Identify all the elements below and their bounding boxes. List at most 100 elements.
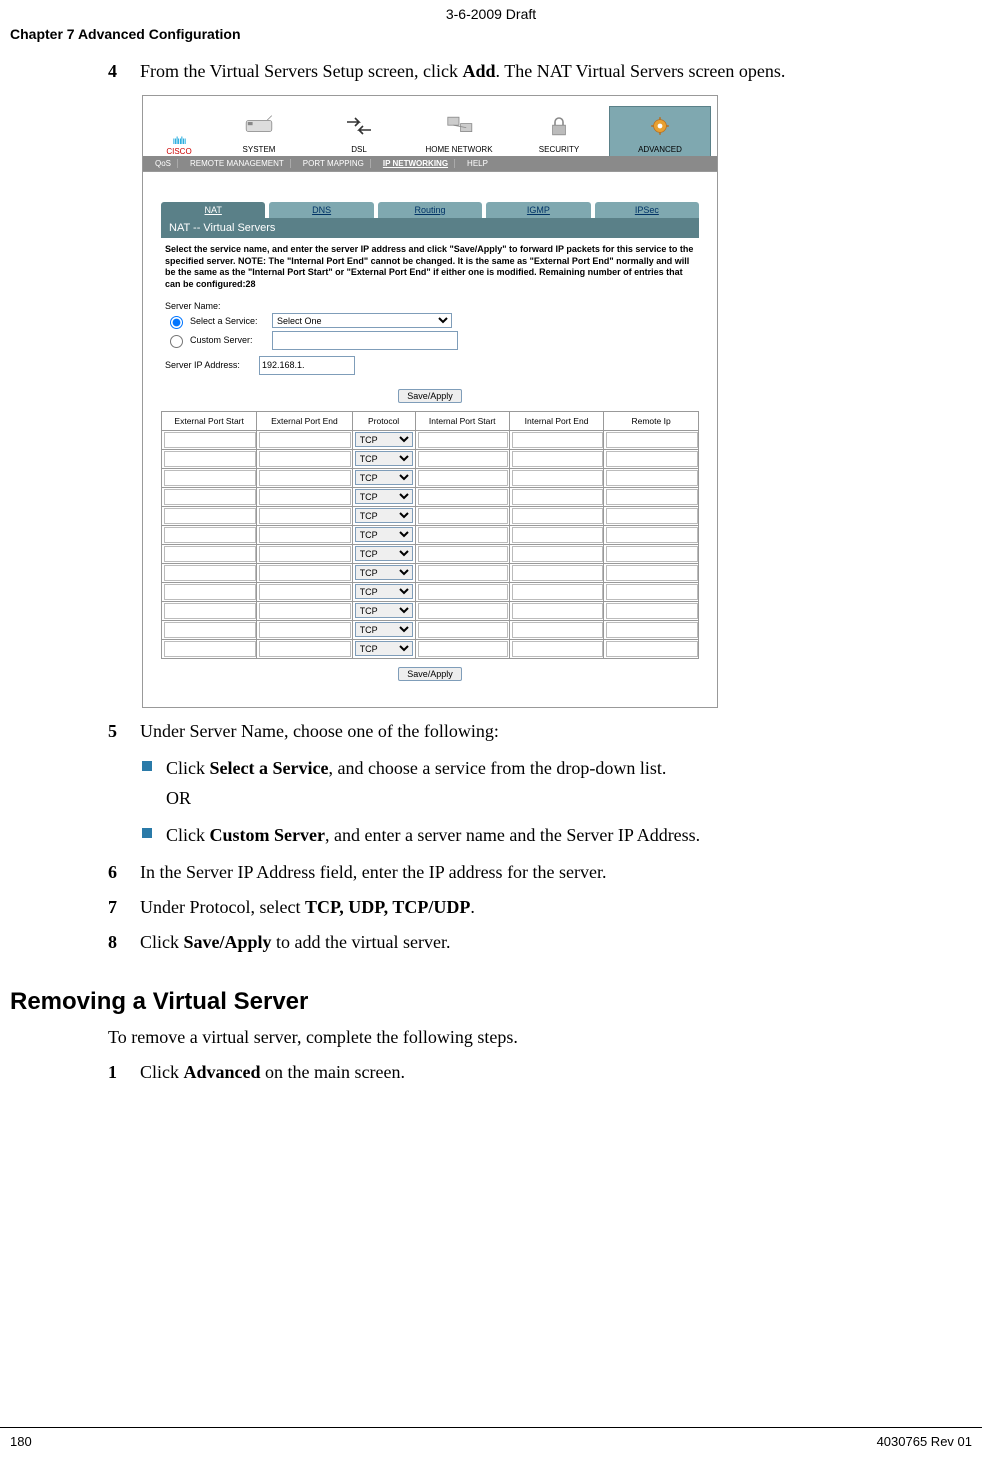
tab-routing[interactable]: Routing bbox=[378, 202, 482, 218]
remote-ip-input[interactable] bbox=[606, 451, 697, 467]
ext-port-start-input[interactable] bbox=[164, 565, 256, 581]
remote-ip-input[interactable] bbox=[606, 546, 697, 562]
protocol-select[interactable]: TCP bbox=[355, 603, 413, 618]
protocol-select[interactable]: TCP bbox=[355, 584, 413, 599]
tab-dns[interactable]: DNS bbox=[269, 202, 373, 218]
custom-server-input[interactable] bbox=[272, 331, 458, 350]
lock-icon bbox=[509, 107, 609, 145]
ext-port-end-input[interactable] bbox=[259, 489, 351, 505]
int-port-end-input[interactable] bbox=[512, 622, 603, 638]
subnav-remote-mgmt[interactable]: REMOTE MANAGEMENT bbox=[184, 159, 291, 168]
ext-port-end-input[interactable] bbox=[259, 508, 351, 524]
protocol-select[interactable]: TCP bbox=[355, 432, 413, 447]
ext-port-start-input[interactable] bbox=[164, 622, 256, 638]
int-port-start-input[interactable] bbox=[418, 470, 509, 486]
protocol-select[interactable]: TCP bbox=[355, 527, 413, 542]
protocol-select[interactable]: TCP bbox=[355, 641, 413, 656]
ext-port-end-input[interactable] bbox=[259, 451, 351, 467]
bullet-2: Click Custom Server, and enter a server … bbox=[142, 820, 962, 851]
select-service-dropdown[interactable]: Select One bbox=[272, 313, 452, 328]
int-port-start-input[interactable] bbox=[418, 565, 509, 581]
ext-port-end-input[interactable] bbox=[259, 565, 351, 581]
ext-port-end-input[interactable] bbox=[259, 432, 351, 448]
table-row: TCP bbox=[162, 487, 699, 506]
remote-ip-input[interactable] bbox=[606, 584, 697, 600]
nav-system[interactable]: SYSTEM bbox=[209, 107, 309, 156]
int-port-end-input[interactable] bbox=[512, 546, 603, 562]
tab-nat[interactable]: NAT bbox=[161, 202, 265, 218]
remote-ip-input[interactable] bbox=[606, 641, 697, 657]
protocol-select[interactable]: TCP bbox=[355, 451, 413, 466]
ext-port-end-input[interactable] bbox=[259, 641, 351, 657]
nav-dsl[interactable]: DSL bbox=[309, 107, 409, 156]
ext-port-start-input[interactable] bbox=[164, 584, 256, 600]
int-port-end-input[interactable] bbox=[512, 565, 603, 581]
subnav-help[interactable]: HELP bbox=[461, 159, 494, 168]
nav-advanced[interactable]: ADVANCED bbox=[609, 106, 711, 156]
protocol-select[interactable]: TCP bbox=[355, 489, 413, 504]
ext-port-start-input[interactable] bbox=[164, 527, 256, 543]
int-port-start-input[interactable] bbox=[418, 489, 509, 505]
nav-label: HOME NETWORK bbox=[409, 145, 509, 156]
int-port-start-input[interactable] bbox=[418, 603, 509, 619]
subnav-qos[interactable]: QoS bbox=[149, 159, 178, 168]
int-port-start-input[interactable] bbox=[418, 527, 509, 543]
int-port-end-input[interactable] bbox=[512, 432, 603, 448]
int-port-start-input[interactable] bbox=[418, 546, 509, 562]
remote-ip-input[interactable] bbox=[606, 432, 697, 448]
protocol-select[interactable]: TCP bbox=[355, 508, 413, 523]
subnav-ip-networking[interactable]: IP NETWORKING bbox=[377, 159, 455, 168]
subnav-port-mapping[interactable]: PORT MAPPING bbox=[297, 159, 371, 168]
int-port-end-input[interactable] bbox=[512, 584, 603, 600]
int-port-end-input[interactable] bbox=[512, 470, 603, 486]
int-port-start-input[interactable] bbox=[418, 584, 509, 600]
ext-port-start-input[interactable] bbox=[164, 641, 256, 657]
remote-ip-input[interactable] bbox=[606, 565, 697, 581]
ext-port-end-input[interactable] bbox=[259, 546, 351, 562]
table-row: TCP bbox=[162, 601, 699, 620]
remote-ip-input[interactable] bbox=[606, 622, 697, 638]
int-port-start-input[interactable] bbox=[418, 432, 509, 448]
int-port-end-input[interactable] bbox=[512, 527, 603, 543]
int-port-end-input[interactable] bbox=[512, 489, 603, 505]
ext-port-start-input[interactable] bbox=[164, 432, 256, 448]
ext-port-start-input[interactable] bbox=[164, 451, 256, 467]
protocol-select[interactable]: TCP bbox=[355, 565, 413, 580]
int-port-end-input[interactable] bbox=[512, 451, 603, 467]
nav-security[interactable]: SECURITY bbox=[509, 107, 609, 156]
protocol-select[interactable]: TCP bbox=[355, 470, 413, 485]
int-port-end-input[interactable] bbox=[512, 508, 603, 524]
int-port-end-input[interactable] bbox=[512, 641, 603, 657]
int-port-start-input[interactable] bbox=[418, 622, 509, 638]
remote-ip-input[interactable] bbox=[606, 489, 697, 505]
tab-ipsec[interactable]: IPSec bbox=[595, 202, 699, 218]
ext-port-end-input[interactable] bbox=[259, 470, 351, 486]
ext-port-start-input[interactable] bbox=[164, 489, 256, 505]
nav-home-network[interactable]: HOME NETWORK bbox=[409, 107, 509, 156]
ext-port-start-input[interactable] bbox=[164, 603, 256, 619]
custom-server-radio[interactable] bbox=[170, 335, 183, 348]
int-port-start-input[interactable] bbox=[418, 451, 509, 467]
save-apply-button-top[interactable]: Save/Apply bbox=[398, 389, 462, 403]
int-port-end-input[interactable] bbox=[512, 603, 603, 619]
save-apply-button-bottom[interactable]: Save/Apply bbox=[398, 667, 462, 681]
remote-ip-input[interactable] bbox=[606, 470, 697, 486]
protocol-select[interactable]: TCP bbox=[355, 546, 413, 561]
remote-ip-input[interactable] bbox=[606, 527, 697, 543]
tab-igmp[interactable]: IGMP bbox=[486, 202, 590, 218]
int-port-start-input[interactable] bbox=[418, 641, 509, 657]
ext-port-start-input[interactable] bbox=[164, 508, 256, 524]
protocol-select[interactable]: TCP bbox=[355, 622, 413, 637]
ext-port-end-input[interactable] bbox=[259, 603, 351, 619]
ext-port-start-input[interactable] bbox=[164, 546, 256, 562]
ext-port-end-input[interactable] bbox=[259, 527, 351, 543]
ext-port-end-input[interactable] bbox=[259, 584, 351, 600]
ext-port-start-input[interactable] bbox=[164, 470, 256, 486]
select-service-radio[interactable] bbox=[170, 316, 183, 329]
remote-ip-input[interactable] bbox=[606, 508, 697, 524]
ext-port-end-input[interactable] bbox=[259, 622, 351, 638]
server-ip-input[interactable] bbox=[259, 356, 355, 375]
revision: 4030765 Rev 01 bbox=[877, 1434, 972, 1449]
remote-ip-input[interactable] bbox=[606, 603, 697, 619]
int-port-start-input[interactable] bbox=[418, 508, 509, 524]
